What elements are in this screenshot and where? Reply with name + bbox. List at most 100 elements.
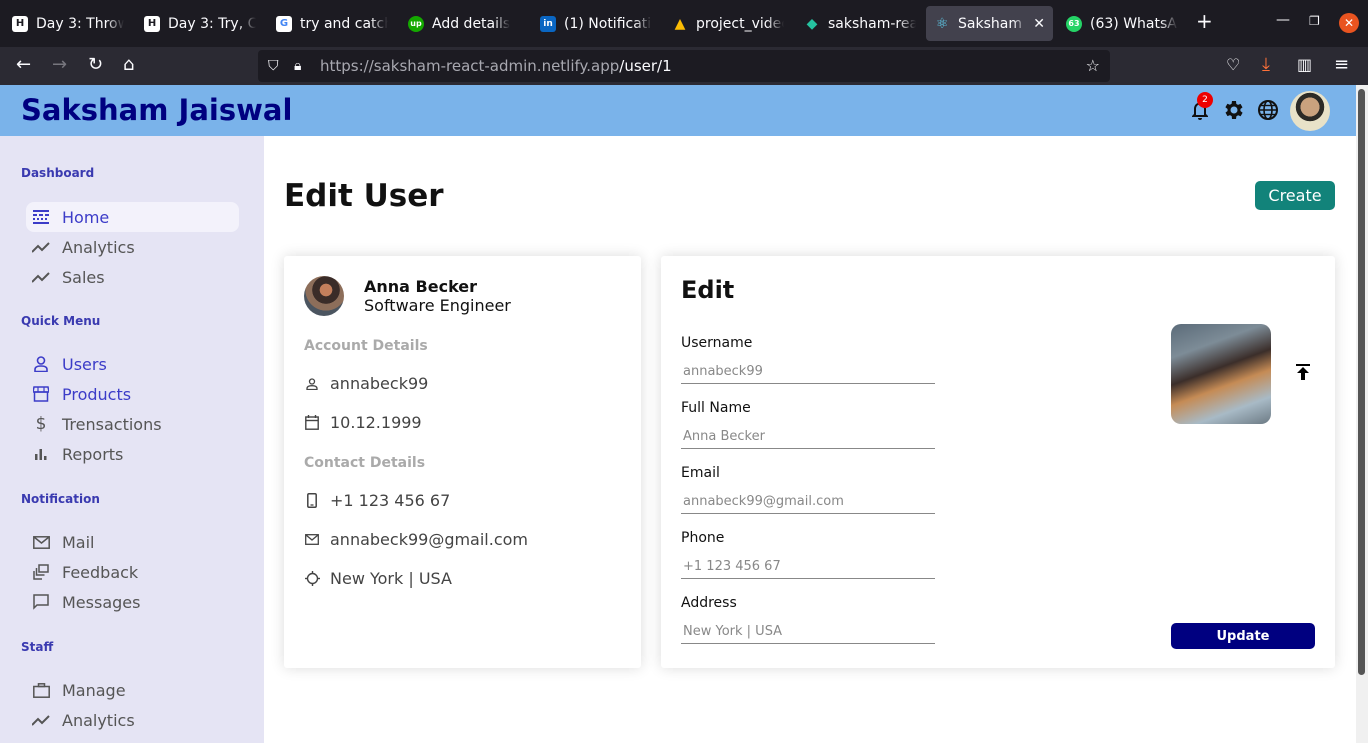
linkedin-icon: in	[540, 15, 556, 32]
url-text[interactable]: https://saksham-react-admin.netlify.app/…	[320, 50, 672, 82]
phone-input[interactable]	[681, 555, 935, 579]
sidebar-item-messages[interactable]: Messages	[26, 587, 239, 617]
sidebar-section-notification: Notification	[21, 492, 100, 506]
minimize-icon[interactable]: —	[1276, 12, 1290, 28]
calendar-icon	[304, 415, 320, 431]
reload-icon[interactable]: ↻	[88, 55, 103, 75]
chat-bubble-icon	[32, 593, 50, 611]
sidebar-item-label: Reports	[62, 444, 124, 464]
browser-tab[interactable]: H Day 3: Throw	[4, 6, 132, 41]
sidebar-item-analytics[interactable]: Analytics	[26, 232, 239, 262]
browser-tab[interactable]: 63 (63) WhatsAp	[1058, 6, 1186, 41]
new-tab-icon[interactable]: +	[1196, 9, 1213, 33]
sidebar-item-feedback[interactable]: Feedback	[26, 557, 239, 587]
tab-title: Day 3: Try, Ca	[168, 15, 256, 32]
url-path: /user/1	[619, 57, 672, 75]
user-avatar[interactable]	[1290, 91, 1330, 131]
menu-icon[interactable]: ≡	[1334, 55, 1349, 75]
url-bar[interactable]: ⛉ 🔒︎ https://saksham-react-admin.netlify…	[258, 50, 1110, 82]
browser-tab[interactable]: H Day 3: Try, Ca	[136, 6, 264, 41]
sidebar-item-label: Manage	[62, 680, 126, 700]
username-label: Username	[681, 335, 753, 351]
window-close-icon[interactable]: ✕	[1339, 13, 1359, 33]
tab-title: Saksham Ac	[958, 15, 1027, 32]
sidebar-item-label: Feedback	[62, 562, 139, 582]
detail-email: annabeck99@gmail.com	[304, 530, 528, 549]
maximize-icon[interactable]: ❐	[1309, 14, 1320, 28]
sidebar-item-label: Sales	[62, 267, 105, 287]
back-icon[interactable]: ←	[16, 55, 31, 75]
dollar-icon: $	[35, 414, 47, 434]
browser-tab[interactable]: ◆ saksham-reac	[796, 6, 924, 41]
sidebar-item-label: Products	[62, 384, 132, 404]
mail-outline-icon	[304, 532, 320, 548]
browser-tab[interactable]: ▲ project_videc	[664, 6, 792, 41]
google-icon: G	[276, 15, 292, 32]
detail-birthdate: 10.12.1999	[304, 413, 422, 432]
sidebar-item-sales[interactable]: Sales	[26, 262, 239, 292]
page-title: Edit User	[284, 178, 444, 214]
netlify-icon: ◆	[806, 15, 818, 32]
phone-android-icon	[304, 493, 320, 509]
detail-username: annabeck99	[304, 374, 428, 393]
upwork-icon: up	[408, 15, 424, 32]
user-details-card: Anna Becker Software Engineer Account De…	[284, 256, 641, 668]
close-tab-icon[interactable]: ✕	[1033, 16, 1045, 32]
sidebar-item-label: Messages	[62, 592, 141, 612]
sidebar-item-label: Home	[62, 207, 110, 227]
dynamic-feed-icon	[32, 563, 50, 581]
user-job-title: Software Engineer	[364, 296, 511, 315]
url-host: https://saksham-react-admin.netlify.app	[320, 57, 620, 75]
forward-icon[interactable]: →	[52, 55, 67, 75]
create-button[interactable]: Create	[1255, 181, 1335, 210]
fullname-label: Full Name	[681, 400, 751, 416]
globe-language-icon[interactable]	[1256, 98, 1280, 122]
lock-icon[interactable]: 🔒︎	[294, 50, 301, 82]
user-photo	[304, 276, 344, 316]
browser-tab-active[interactable]: ⚛ Saksham Ac ✕	[926, 6, 1053, 41]
detail-location: New York | USA	[304, 569, 452, 588]
update-button[interactable]: Update	[1171, 623, 1315, 649]
upload-icon[interactable]	[1293, 362, 1313, 382]
sidebar-item-products[interactable]: Products	[26, 379, 239, 409]
scrollbar-thumb[interactable]	[1358, 89, 1365, 675]
address-input[interactable]	[681, 620, 935, 644]
person-icon	[32, 355, 50, 373]
sidebar-toggle-icon[interactable]: ▥	[1297, 55, 1312, 75]
bookmark-star-icon[interactable]: ☆	[1086, 50, 1100, 82]
browser-tab[interactable]: up Add details	[400, 6, 528, 41]
settings-gear-icon[interactable]	[1222, 98, 1246, 122]
contact-details-title: Contact Details	[304, 455, 426, 471]
user-name: Anna Becker	[364, 277, 478, 296]
sidebar-item-reports[interactable]: Reports	[26, 439, 239, 469]
home-icon[interactable]: ⌂	[123, 55, 134, 75]
pocket-icon[interactable]: ♡	[1226, 55, 1240, 75]
brand-logo[interactable]: Saksham Jaiswal	[21, 93, 292, 127]
shield-icon[interactable]: ⛉	[268, 50, 279, 82]
page-scrollbar[interactable]	[1356, 85, 1368, 743]
mail-icon	[32, 533, 50, 551]
browser-tab[interactable]: in (1) Notificatic	[532, 6, 660, 41]
storefront-icon	[32, 385, 50, 403]
username-input[interactable]	[681, 360, 935, 384]
detail-location-value: New York | USA	[330, 569, 452, 588]
sidebar-item-users[interactable]: Users	[26, 349, 239, 379]
sidebar-item-manage[interactable]: Manage	[26, 675, 239, 705]
tab-title: (63) WhatsAp	[1090, 15, 1178, 32]
sidebar-item-transactions[interactable]: $ Trensactions	[26, 409, 239, 439]
line-style-icon	[32, 208, 50, 226]
detail-phone-value: +1 123 456 67	[330, 491, 451, 510]
trending-up-icon	[32, 238, 50, 256]
fullname-input[interactable]	[681, 425, 935, 449]
sidebar-item-home[interactable]: Home	[26, 202, 239, 232]
sidebar-item-staff-analytics[interactable]: Analytics	[26, 705, 239, 735]
sidebar-section-quick-menu: Quick Menu	[21, 314, 101, 328]
email-input[interactable]	[681, 490, 935, 514]
sidebar-item-mail[interactable]: Mail	[26, 527, 239, 557]
download-icon[interactable]: ⤓	[1262, 55, 1270, 75]
bar-chart-icon	[32, 445, 50, 463]
detail-username-value: annabeck99	[330, 374, 429, 393]
whatsapp-icon: 63	[1066, 15, 1082, 32]
browser-tab[interactable]: Gtry and catch	[268, 6, 396, 41]
tab-title: Add details	[432, 15, 511, 32]
